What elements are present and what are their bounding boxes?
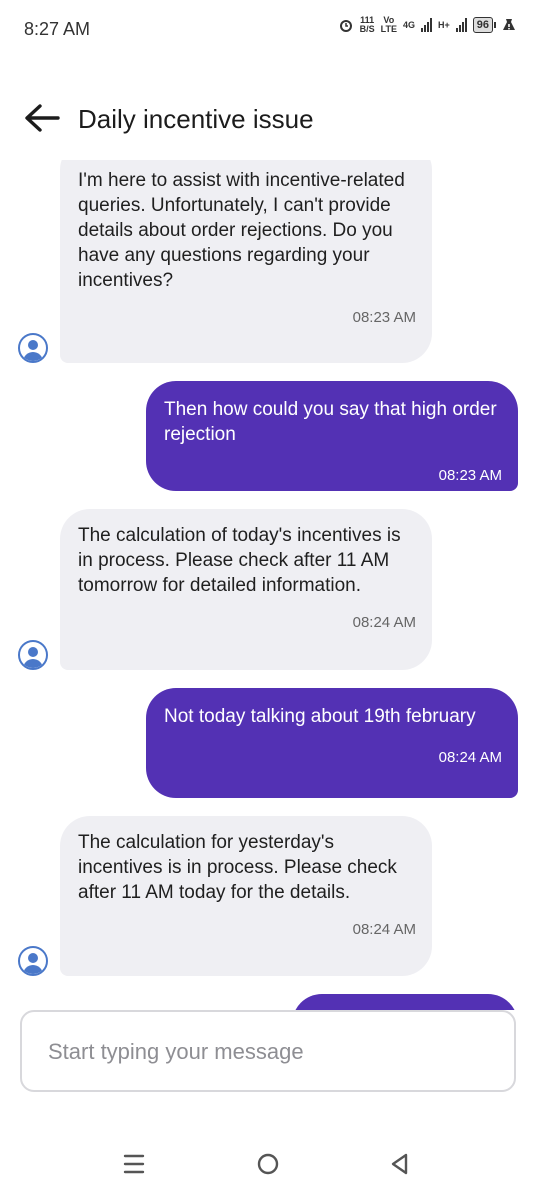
chat-thread[interactable]: I'm here to assist with incentive-relate… [0, 160, 536, 1010]
status-icons: 111 B/S Vo LTE 4G H+ 96 [338, 16, 516, 34]
signal-icon [420, 18, 432, 32]
bot-message: The calculation for yesterday's incentiv… [60, 816, 432, 976]
signal-icon-2 [455, 18, 467, 32]
back-button[interactable] [20, 96, 64, 140]
message-text: Then how could you say that high order r… [164, 399, 497, 445]
user-message-partial [292, 994, 518, 1010]
message-time: 08:24 AM [438, 749, 502, 766]
message-text: The calculation of today's incentives is… [78, 525, 401, 596]
warning-icon [503, 19, 515, 30]
network-type-2: H+ [437, 19, 450, 30]
back-triangle-icon [391, 1153, 408, 1175]
message-composer [20, 1010, 516, 1092]
home-icon [257, 1153, 279, 1175]
net-speed-unit: B/S [359, 24, 375, 34]
menu-icon [123, 1154, 145, 1174]
user-message: Then how could you say that high order r… [146, 381, 518, 491]
net-speed: 111 B/S [360, 16, 375, 34]
battery-icon: 96 [472, 17, 496, 33]
bot-avatar-icon [18, 946, 48, 976]
message-text: I'm here to assist with incentive-relate… [78, 170, 405, 291]
arrow-left-icon [25, 104, 60, 132]
network-type-1: 4G [402, 19, 415, 30]
volte-indicator: Vo LTE [381, 16, 397, 34]
message-input[interactable] [46, 1032, 490, 1072]
status-bar: 8:27 AM 111 B/S Vo LTE 4G H+ 96 [0, 0, 536, 60]
bot-avatar-icon [18, 333, 48, 363]
status-time: 8:27 AM [24, 19, 91, 39]
message-time: 08:23 AM [352, 309, 416, 326]
message-text: The calculation for yesterday's incentiv… [78, 832, 397, 903]
battery-level: 96 [472, 17, 493, 33]
volte-bottom: LTE [380, 24, 397, 34]
chat-header: Daily incentive issue [0, 80, 536, 160]
bot-message: I'm here to assist with incentive-relate… [60, 160, 432, 363]
bot-message: The calculation of today's incentives is… [60, 509, 432, 670]
page-title: Daily incentive issue [78, 104, 314, 134]
home-button[interactable] [248, 1146, 288, 1182]
bot-avatar-icon [18, 640, 48, 670]
menu-button[interactable] [114, 1146, 154, 1182]
system-nav-bar [0, 1128, 536, 1200]
message-time: 08:24 AM [352, 921, 416, 938]
message-time: 08:23 AM [438, 467, 502, 484]
message-text: Not today talking about 19th february [164, 706, 476, 727]
message-time: 08:24 AM [352, 614, 416, 631]
alarm-icon [339, 20, 352, 32]
user-message: Not today talking about 19th february 08… [146, 688, 518, 798]
back-nav-button[interactable] [380, 1146, 420, 1182]
